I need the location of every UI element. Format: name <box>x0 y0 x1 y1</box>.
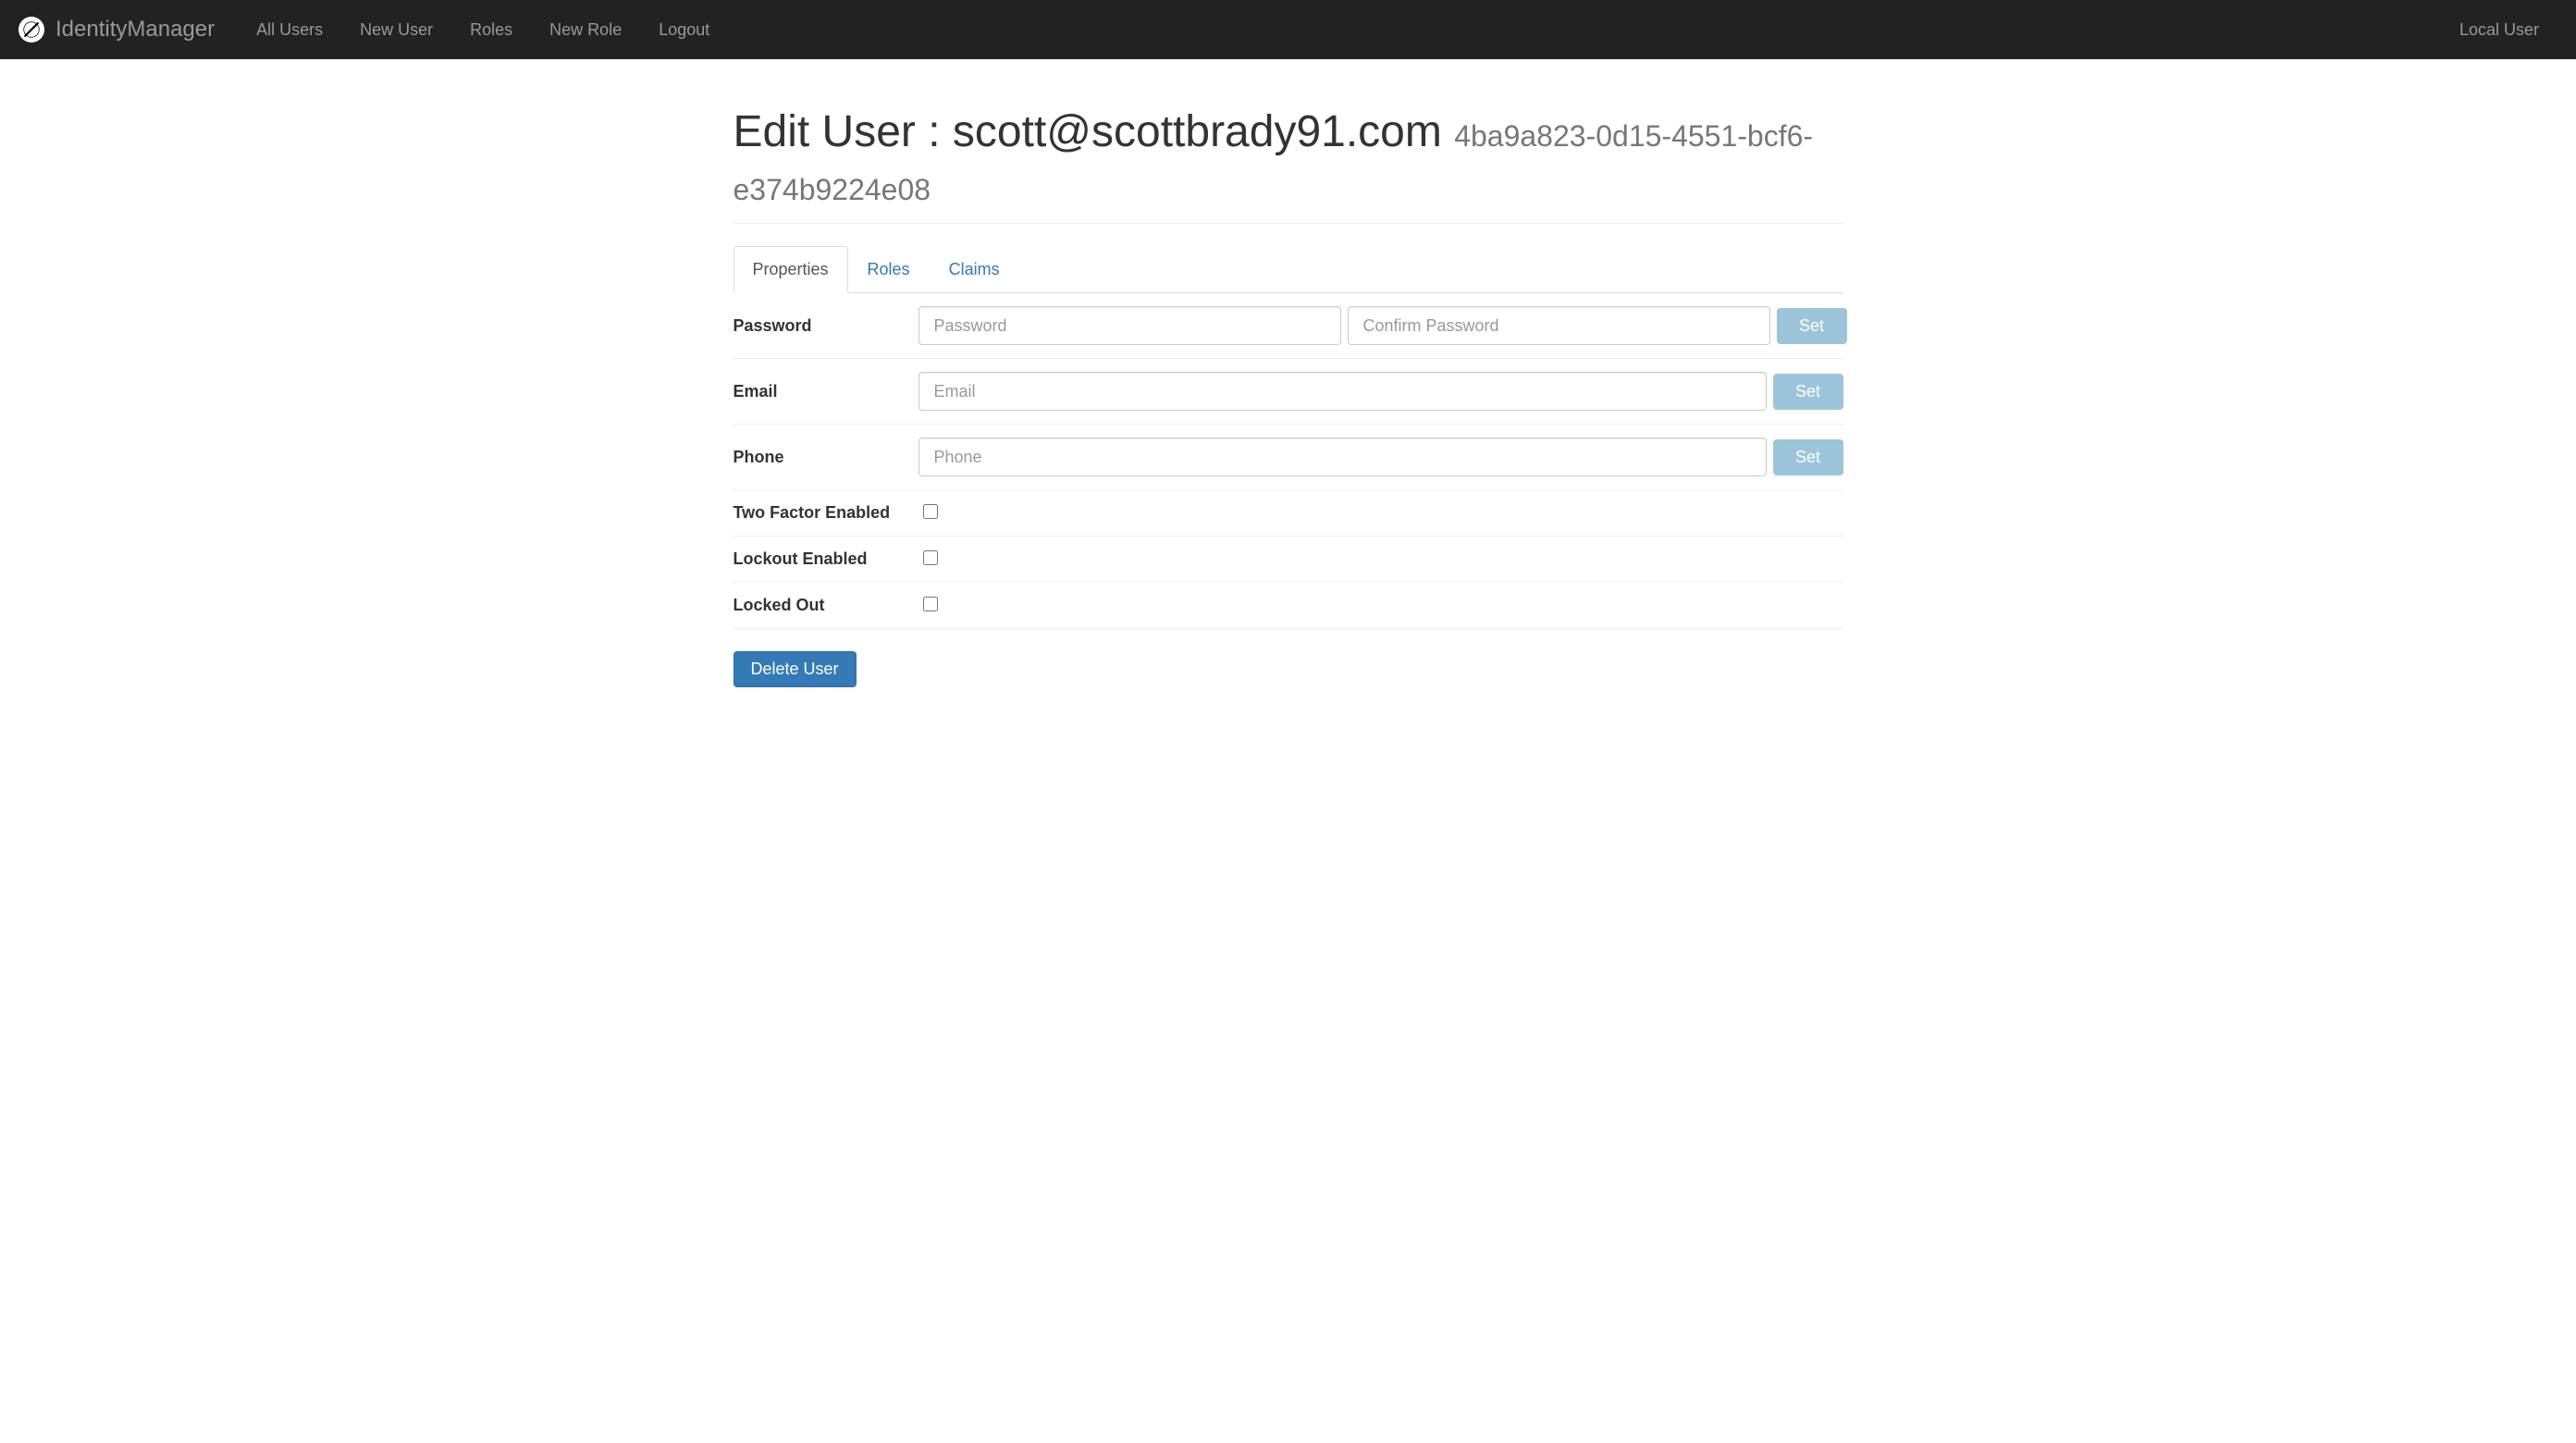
title-username: scott@scottbrady91.com <box>953 107 1442 156</box>
lockout-enabled-checkbox[interactable] <box>923 550 938 565</box>
set-password-button[interactable]: Set <box>1777 308 1847 344</box>
row-password: Password Set <box>733 293 1843 359</box>
confirm-password-input[interactable] <box>1348 306 1770 345</box>
phone-input[interactable] <box>918 438 1767 476</box>
label-locked-out: Locked Out <box>733 596 918 615</box>
brand-text: IdentityManager <box>55 17 215 43</box>
top-navbar: IdentityManager All Users New User Roles… <box>0 0 2576 59</box>
locked-out-checkbox[interactable] <box>923 597 938 611</box>
email-input[interactable] <box>918 372 1767 411</box>
nav-all-users[interactable]: All Users <box>238 6 341 54</box>
label-lockout-enabled: Lockout Enabled <box>733 549 918 569</box>
tab-claims[interactable]: Claims <box>930 246 1019 293</box>
row-locked-out: Locked Out <box>733 583 1843 629</box>
page-header: Edit User : scott@scottbrady91.com 4ba9a… <box>733 105 1843 224</box>
tab-properties[interactable]: Properties <box>733 246 848 293</box>
label-email: Email <box>733 382 918 401</box>
nav-logout[interactable]: Logout <box>640 6 728 54</box>
row-phone: Phone Set <box>733 425 1843 490</box>
page-title: Edit User : scott@scottbrady91.com 4ba9a… <box>733 105 1843 212</box>
title-prefix: Edit User : <box>733 107 953 156</box>
row-lockout-enabled: Lockout Enabled <box>733 536 1843 583</box>
set-phone-button[interactable]: Set <box>1773 439 1843 475</box>
tab-roles[interactable]: Roles <box>848 246 930 293</box>
brand-link[interactable]: IdentityManager <box>18 17 215 43</box>
nav-new-role[interactable]: New Role <box>531 6 640 54</box>
brand-logo-icon <box>18 17 44 43</box>
nav-right: Local User <box>2441 6 2558 54</box>
delete-user-button[interactable]: Delete User <box>733 651 857 687</box>
label-phone: Phone <box>733 448 918 467</box>
properties-form: Password Set Email Set Phone Set Two Fac… <box>733 293 1843 709</box>
row-two-factor: Two Factor Enabled <box>733 490 1843 536</box>
label-two-factor: Two Factor Enabled <box>733 503 918 523</box>
nav-new-user[interactable]: New User <box>341 6 451 54</box>
nav-roles[interactable]: Roles <box>451 6 531 54</box>
set-email-button[interactable]: Set <box>1773 374 1843 410</box>
edit-user-tabs: Properties Roles Claims <box>733 246 1843 293</box>
row-email: Email Set <box>733 359 1843 425</box>
nav-left: All Users New User Roles New Role Logout <box>238 6 2441 54</box>
form-actions: Delete User <box>733 629 1843 709</box>
page-container: Edit User : scott@scottbrady91.com 4ba9a… <box>720 105 1857 709</box>
nav-local-user[interactable]: Local User <box>2441 6 2558 54</box>
label-password: Password <box>733 316 918 336</box>
password-input[interactable] <box>918 306 1341 345</box>
two-factor-checkbox[interactable] <box>923 504 938 519</box>
